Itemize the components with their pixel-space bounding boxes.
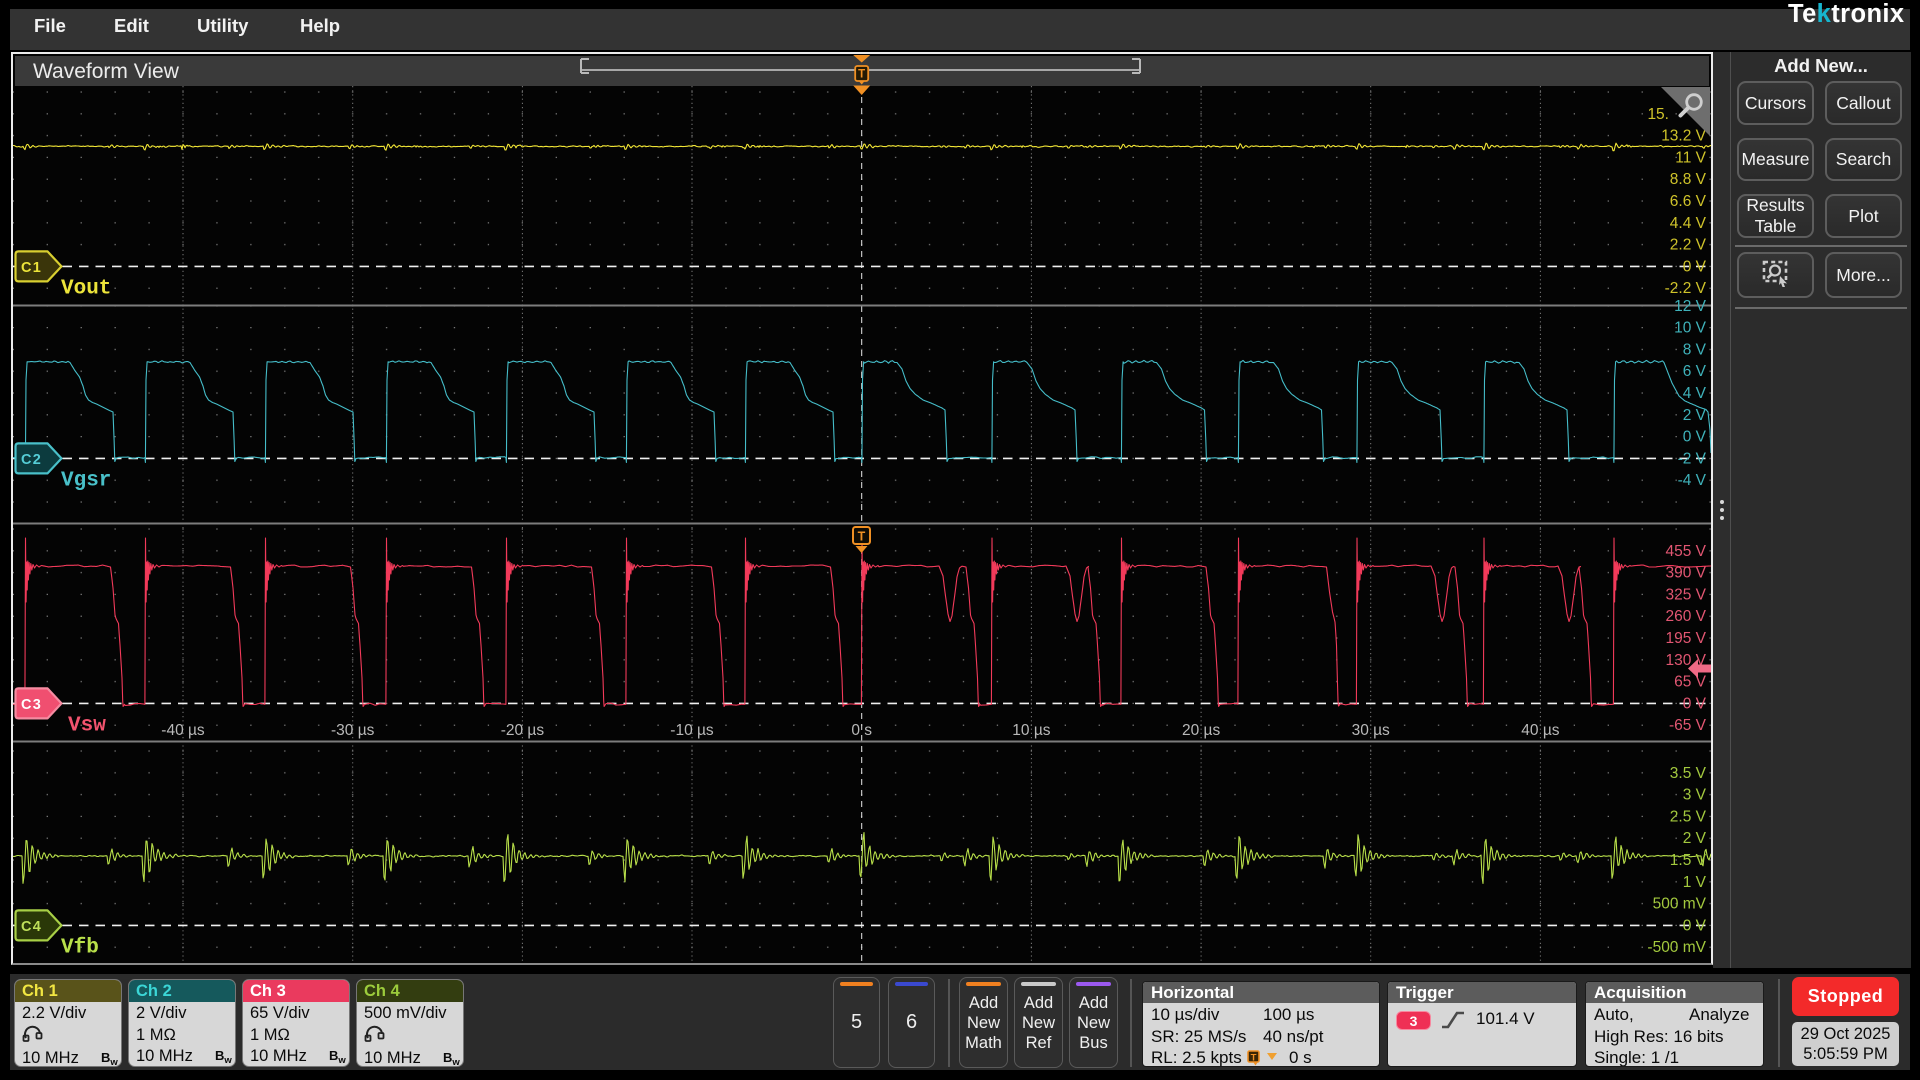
- svg-text:10 µs: 10 µs: [1012, 722, 1050, 739]
- svg-text:0 V: 0 V: [1683, 258, 1707, 275]
- svg-text:-2.2 V: -2.2 V: [1665, 280, 1707, 297]
- svg-text:65 V: 65 V: [1674, 674, 1707, 691]
- svg-text:1.5 V: 1.5 V: [1670, 852, 1707, 869]
- svg-text:3 V: 3 V: [1683, 787, 1707, 804]
- svg-text:4.4 V: 4.4 V: [1670, 215, 1707, 232]
- svg-text:2.2 V: 2.2 V: [1670, 237, 1707, 254]
- svg-text:-20 µs: -20 µs: [501, 722, 545, 739]
- svg-text:T: T: [858, 530, 866, 544]
- svg-text:-40 µs: -40 µs: [161, 722, 205, 739]
- svg-text:6.6 V: 6.6 V: [1670, 193, 1707, 210]
- svg-text:40 µs: 40 µs: [1521, 722, 1559, 739]
- svg-text:325 V: 325 V: [1665, 586, 1706, 603]
- svg-text:3.5 V: 3.5 V: [1670, 765, 1707, 782]
- svg-text:-4 V: -4 V: [1678, 472, 1707, 489]
- svg-text:-10 µs: -10 µs: [670, 722, 714, 739]
- svg-text:8.8 V: 8.8 V: [1670, 171, 1707, 188]
- svg-text:2 V: 2 V: [1683, 407, 1707, 424]
- svg-text:4 V: 4 V: [1683, 385, 1707, 402]
- svg-text:195 V: 195 V: [1665, 630, 1706, 647]
- svg-text:0 V: 0 V: [1683, 695, 1707, 712]
- svg-text:15.: 15.: [1647, 106, 1669, 123]
- svg-text:1 V: 1 V: [1683, 874, 1707, 891]
- svg-text:390 V: 390 V: [1665, 565, 1706, 582]
- svg-text:20 µs: 20 µs: [1182, 722, 1220, 739]
- svg-text:455 V: 455 V: [1665, 543, 1706, 560]
- svg-text:13.2 V: 13.2 V: [1661, 128, 1706, 145]
- svg-text:-2 V: -2 V: [1678, 450, 1707, 467]
- svg-text:C2: C2: [21, 452, 42, 468]
- svg-text:Vout: Vout: [61, 277, 111, 300]
- svg-text:Vgsr: Vgsr: [61, 469, 111, 492]
- svg-text:0 V: 0 V: [1683, 429, 1707, 446]
- svg-text:2 V: 2 V: [1683, 830, 1707, 847]
- svg-text:T: T: [1251, 1053, 1257, 1064]
- svg-text:C1: C1: [21, 260, 42, 276]
- svg-text:-500 mV: -500 mV: [1647, 939, 1706, 956]
- svg-text:Vfb: Vfb: [61, 936, 99, 959]
- svg-text:12 V: 12 V: [1674, 298, 1707, 315]
- svg-text:Vsw: Vsw: [68, 714, 106, 737]
- svg-text:6 V: 6 V: [1683, 363, 1707, 380]
- svg-text:-30 µs: -30 µs: [331, 722, 375, 739]
- svg-text:C3: C3: [21, 697, 42, 713]
- svg-text:0 s: 0 s: [851, 722, 872, 739]
- svg-text:2.5 V: 2.5 V: [1670, 808, 1707, 825]
- svg-text:500 mV: 500 mV: [1653, 896, 1707, 913]
- svg-text:C4: C4: [21, 919, 42, 935]
- svg-text:260 V: 260 V: [1665, 608, 1706, 625]
- svg-text:-65 V: -65 V: [1669, 717, 1707, 734]
- svg-text:11 V: 11 V: [1675, 149, 1706, 166]
- svg-text:8 V: 8 V: [1683, 341, 1707, 358]
- svg-text:0 V: 0 V: [1683, 917, 1707, 934]
- svg-text:30 µs: 30 µs: [1352, 722, 1390, 739]
- svg-text:10 V: 10 V: [1674, 320, 1707, 337]
